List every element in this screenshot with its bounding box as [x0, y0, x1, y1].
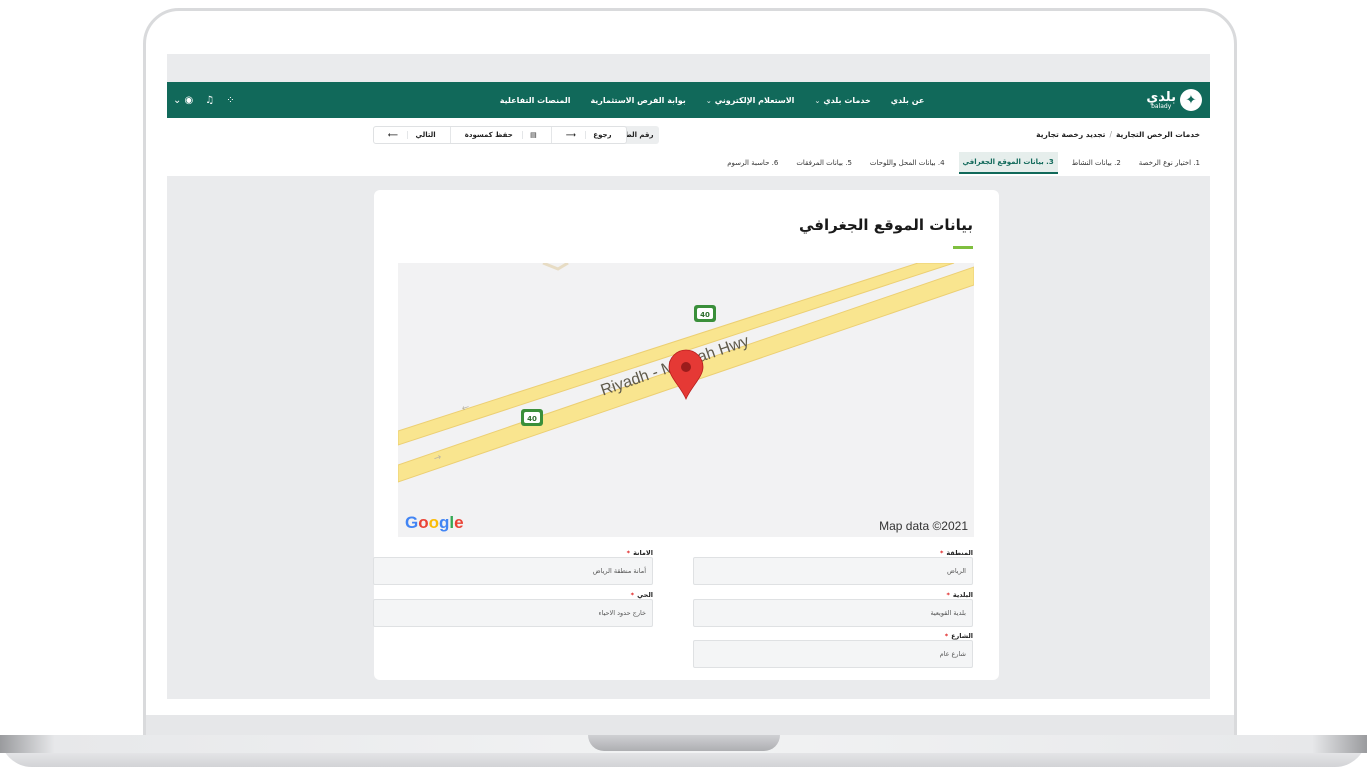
laptop-notch [588, 735, 780, 751]
breadcrumb-current: تجديد رخصة تجارية [1036, 130, 1106, 139]
nav-services[interactable]: خدمات بلدي⌄ [814, 96, 870, 105]
balady-logo[interactable]: ✦ بلدي balady [1146, 89, 1202, 111]
top-icons: ⌄ ◉ ♫ ⁘ [173, 82, 235, 118]
district-input[interactable]: خارج حدود الاحياء [373, 599, 653, 627]
required-star: * [944, 632, 949, 640]
breadcrumb-separator: / [1109, 130, 1112, 139]
user-avatar-icon[interactable]: ⌄ ◉ [173, 95, 193, 106]
required-star: * [626, 549, 631, 557]
step-shop[interactable]: 4. بيانات المحل واللوحات [866, 152, 949, 174]
location-card: بيانات الموقع الجغرافي ← → → Riyadh - Me… [373, 190, 999, 680]
municipality-input[interactable]: بلدية القويعية [693, 599, 973, 627]
district-label: الحي [637, 591, 653, 599]
page-title: بيانات الموقع الجغرافي [799, 216, 973, 234]
step-fees[interactable]: 6. حاسبة الرسوم [723, 152, 782, 174]
chevron-down-icon: ⌄ [814, 96, 821, 105]
arrow-left-icon: ⟵ [388, 131, 399, 139]
svg-text:40: 40 [700, 311, 710, 319]
street-label: الشارع [951, 632, 973, 640]
region-label: المنطقة [946, 549, 973, 557]
step-license-type[interactable]: 1. اختيار نوع الرخصة [1135, 152, 1204, 174]
step-attachments[interactable]: 5. بيانات المرفقات [792, 152, 856, 174]
chevron-down-icon: ⌄ [705, 96, 712, 105]
map-canvas: ← → → Riyadh - Meccah Hwy 40 40 [398, 263, 974, 537]
draft-icon: ▤ [522, 131, 544, 139]
amanah-input[interactable]: أمانة منطقة الرياض [373, 557, 653, 585]
grid-menu-icon[interactable]: ⁘ [226, 95, 234, 106]
district-field: الحي* خارج حدود الاحياء [373, 591, 653, 627]
required-star: * [946, 591, 950, 599]
breadcrumb-parent[interactable]: خدمات الرخص التجارية [1116, 130, 1200, 139]
region-field: المنطقة* الرياض [693, 549, 973, 585]
municipality-label: البلدية [952, 591, 973, 599]
arrow-left-icon: ⟶ [565, 131, 576, 139]
amanah-label: الامانة [633, 549, 653, 557]
google-logo: Google [405, 513, 464, 532]
required-star: * [630, 591, 635, 599]
step-tabs: 1. اختيار نوع الرخصة 2. بيانات النشاط 3.… [723, 152, 1204, 174]
palm-icon: ✦ [1180, 89, 1202, 111]
street-field: الشارع* شارع عام [693, 632, 973, 668]
nav-inquiry[interactable]: الاستعلام الإلكتروني⌄ [706, 96, 795, 105]
logo-english: balady [1151, 102, 1172, 110]
route-shield-icon: 40 [694, 305, 716, 322]
svg-text:40: 40 [527, 415, 537, 423]
map-view[interactable]: ← → → Riyadh - Meccah Hwy 40 40 [398, 263, 974, 537]
back-button[interactable]: رجوع ⟶ [550, 127, 626, 143]
action-buttons: رجوع ⟶ ▤ حفظ كمسودة التالي ⟵ [373, 126, 627, 144]
step-activity[interactable]: 2. بيانات النشاط [1068, 152, 1125, 174]
bell-icon[interactable]: ♫ [205, 95, 214, 106]
breadcrumb: خدمات الرخص التجارية /تجديد رخصة تجارية [1036, 130, 1200, 139]
next-button[interactable]: التالي ⟵ [374, 127, 450, 143]
step-location[interactable]: 3. بيانات الموقع الجغرافي [958, 152, 1058, 174]
street-input[interactable]: شارع عام [693, 640, 973, 668]
nav-platforms[interactable]: المنصات التفاعلية [500, 96, 571, 105]
save-draft-button[interactable]: ▤ حفظ كمسودة [449, 127, 551, 143]
top-navigation-bar: ✦ بلدي balady عن بلدي خدمات بلدي⌄ الاستع… [167, 82, 1210, 118]
browser-viewport: ✦ بلدي balady عن بلدي خدمات بلدي⌄ الاستع… [167, 54, 1210, 699]
map-attribution: Map data ©2021 [879, 519, 968, 533]
municipality-field: البلدية* بلدية القويعية [693, 591, 973, 627]
nav-investment[interactable]: بوابة الفرص الاستثمارية [590, 96, 685, 105]
main-nav: عن بلدي خدمات بلدي⌄ الاستعلام الإلكتروني… [500, 96, 925, 105]
region-input[interactable]: الرياض [693, 557, 973, 585]
amanah-field: الامانة* أمانة منطقة الرياض [373, 549, 653, 585]
route-shield-icon: 40 [521, 409, 543, 426]
title-underline [953, 246, 973, 249]
required-star: * [939, 549, 944, 557]
screen-bezel-bottom [146, 715, 1234, 735]
nav-about[interactable]: عن بلدي [891, 96, 925, 105]
service-header: خدمات الرخص التجارية /تجديد رخصة تجارية ر… [167, 118, 1210, 176]
logo-arabic: بلدي [1146, 89, 1176, 105]
